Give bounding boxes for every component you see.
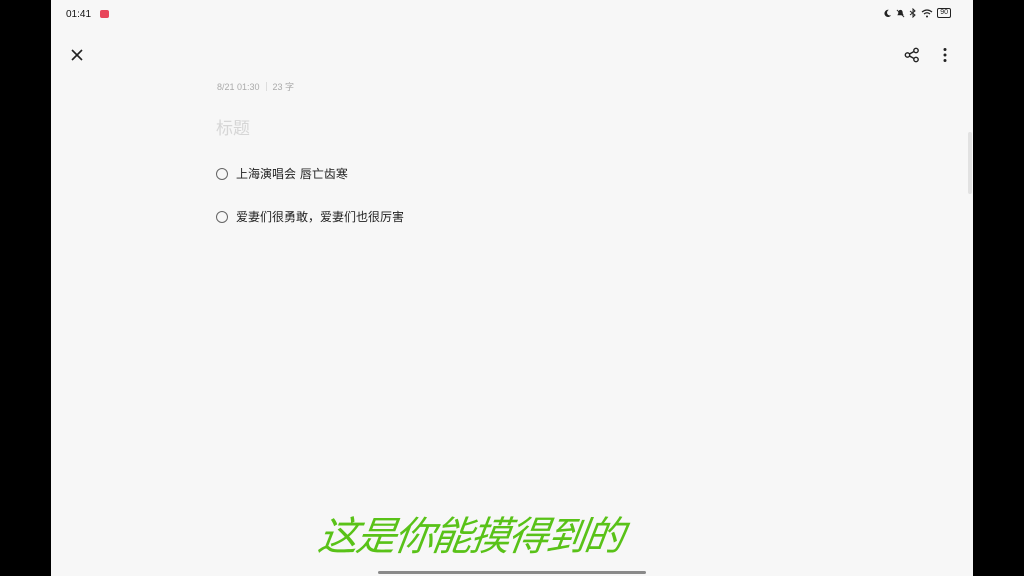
status-time: 01:41 [66, 9, 92, 20]
more-vertical-icon [943, 48, 947, 62]
title-input[interactable] [216, 119, 616, 139]
todo-text[interactable]: 爱妻们很勇敢，爱妻们也很厉害 [236, 208, 404, 225]
scrollbar[interactable] [968, 132, 972, 194]
battery-icon: 90 [937, 8, 951, 18]
todo-checkbox[interactable] [216, 210, 228, 223]
todo-text[interactable]: 上海演唱会 唇亡齿寒 [236, 165, 348, 182]
todo-checkbox[interactable] [216, 167, 228, 180]
mute-icon [896, 9, 905, 17]
moon-icon [884, 9, 892, 17]
share-icon [904, 47, 919, 63]
more-options-button[interactable] [940, 46, 950, 64]
meta-divider [265, 82, 267, 91]
share-button[interactable] [903, 46, 921, 64]
close-button[interactable] [69, 47, 85, 63]
close-icon [71, 49, 83, 61]
word-count: 23 字 [272, 82, 295, 92]
notes-app-screen: 01:41 90 8/21 01:30 23 字 标题 上海演唱会 唇亡齿寒 爱… [51, 0, 973, 576]
note-meta: 8/21 01:30 23 字 [217, 80, 294, 93]
note-date: 8/21 01:30 [217, 81, 260, 92]
wifi-icon [921, 8, 933, 17]
todo-item[interactable]: 爱妻们很勇敢，爱妻们也很厉害 [216, 208, 404, 225]
status-icons: 90 [883, 8, 951, 18]
app-notification-icon [100, 10, 109, 18]
home-indicator[interactable] [378, 571, 646, 574]
bluetooth-icon [909, 8, 916, 18]
todo-item[interactable]: 上海演唱会 唇亡齿寒 [216, 165, 348, 182]
handwritten-caption: 这是你能摸得到的 [315, 514, 626, 560]
